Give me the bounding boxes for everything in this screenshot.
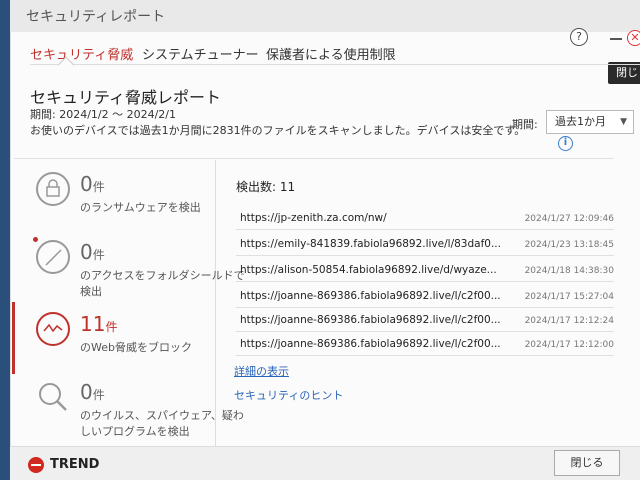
stat-description: のアクセスをフォルダシールドで検出 [80, 269, 245, 298]
window-title: セキュリティレポート [26, 9, 166, 25]
security-tips-link[interactable]: セキュリティのヒント [234, 387, 343, 403]
detection-row[interactable]: https://joanne-869386.fabiola96892.live/… [236, 286, 614, 308]
tab-security-threats[interactable]: セキュリティ脅威 [30, 44, 133, 63]
tab-underline [30, 64, 640, 65]
detection-url: https://joanne-869386.fabiola96892.live/… [240, 290, 501, 302]
magnifier-icon [36, 380, 70, 414]
lock-icon [36, 172, 70, 206]
detection-row[interactable]: https://emily-841839.fabiola96892.live/l… [236, 234, 614, 256]
stat-description: のウイルス、スパイウェア、疑わしいプログラムを検出 [80, 409, 244, 438]
report-title: セキュリティ脅威レポート [30, 88, 222, 107]
app-window: セキュリティレポート ? ✕ 閉じ セキュリティ脅威 システムチューナー 保護者… [0, 0, 640, 480]
detection-url: https://emily-841839.fabiola96892.live/l… [240, 238, 501, 250]
stat-unit: 件 [92, 180, 105, 194]
detection-time: 2024/1/17 15:27:04 [524, 292, 614, 302]
scan-message: お使いのデバイスでは過去1か月間に2831件のファイルをスキャンしました。デバイ… [30, 124, 526, 137]
detection-row[interactable]: https://alison-50854.fabiola96892.live/d… [236, 260, 614, 282]
detection-url: https://alison-50854.fabiola96892.live/d… [240, 264, 497, 276]
web-threat-icon [36, 312, 70, 346]
period-select-label: 期間: [512, 118, 538, 131]
tab-system-tuner[interactable]: システムチューナー [142, 44, 259, 63]
stat-count: 0 [80, 380, 93, 404]
close-icon[interactable]: ✕ [627, 30, 640, 46]
report-period: 期間: 2024/1/2 ～ 2024/2/1 [30, 108, 177, 121]
active-stat-indicator [12, 302, 15, 374]
detection-url: https://joanne-869386.fabiola96892.live/… [240, 338, 501, 350]
detection-time: 2024/1/27 12:09:46 [524, 214, 614, 224]
footer-bar [10, 446, 640, 480]
detection-time: 2024/1/17 12:12:24 [524, 316, 614, 326]
trend-ball-icon [28, 457, 44, 473]
brand-name: TREND [50, 457, 100, 472]
section-divider [14, 158, 614, 159]
detection-row[interactable]: https://joanne-869386.fabiola96892.live/… [236, 334, 614, 356]
detections-title: 検出数: 11 [236, 180, 296, 194]
stat-description: のWeb脅威をブロック [80, 341, 192, 354]
stat-unit: 件 [92, 388, 105, 402]
stat-count: 11 [80, 312, 106, 336]
stat-ransomware[interactable]: 0件 のランサムウェアを検出 [36, 172, 216, 232]
stat-description: のランサムウェアを検出 [80, 201, 201, 214]
detection-time: 2024/1/17 12:12:00 [524, 340, 614, 350]
tab-parental-controls[interactable]: 保護者による使用制限 [266, 44, 396, 63]
detection-row[interactable]: https://jp-zenith.za.com/nw/ 2024/1/27 1… [236, 208, 614, 230]
stat-folder-shield[interactable]: 0件 のアクセスをフォルダシールドで検出 [36, 240, 245, 300]
close-button[interactable]: 閉じる [554, 450, 620, 476]
stat-web-threats[interactable]: 11件 のWeb脅威をブロック [36, 312, 216, 372]
title-bar[interactable]: セキュリティレポート [0, 0, 640, 32]
detection-time: 2024/1/23 13:18:45 [524, 240, 614, 250]
period-select-value: 過去1か月 [555, 115, 606, 128]
stat-count: 0 [80, 172, 93, 196]
minimize-icon[interactable] [610, 38, 622, 40]
close-tooltip: 閉じ [608, 62, 640, 84]
chevron-down-icon: ▼ [620, 117, 627, 127]
detection-row[interactable]: https://joanne-869386.fabiola96892.live/… [236, 310, 614, 332]
stat-count: 0 [80, 240, 93, 264]
stat-unit: 件 [105, 320, 118, 334]
block-icon [36, 240, 70, 274]
desktop-edge [0, 0, 10, 480]
info-icon[interactable]: i [558, 136, 573, 151]
detection-url: https://joanne-869386.fabiola96892.live/… [240, 314, 501, 326]
detection-time: 2024/1/18 14:38:30 [524, 266, 614, 276]
detection-url: https://jp-zenith.za.com/nw/ [240, 212, 387, 224]
show-details-link[interactable]: 詳細の表示 [234, 363, 289, 379]
stat-viruses[interactable]: 0件 のウイルス、スパイウェア、疑わしいプログラムを検出 [36, 380, 244, 444]
help-icon[interactable]: ? [570, 28, 588, 46]
period-select[interactable]: 過去1か月 ▼ [546, 110, 634, 134]
stat-unit: 件 [92, 248, 105, 262]
